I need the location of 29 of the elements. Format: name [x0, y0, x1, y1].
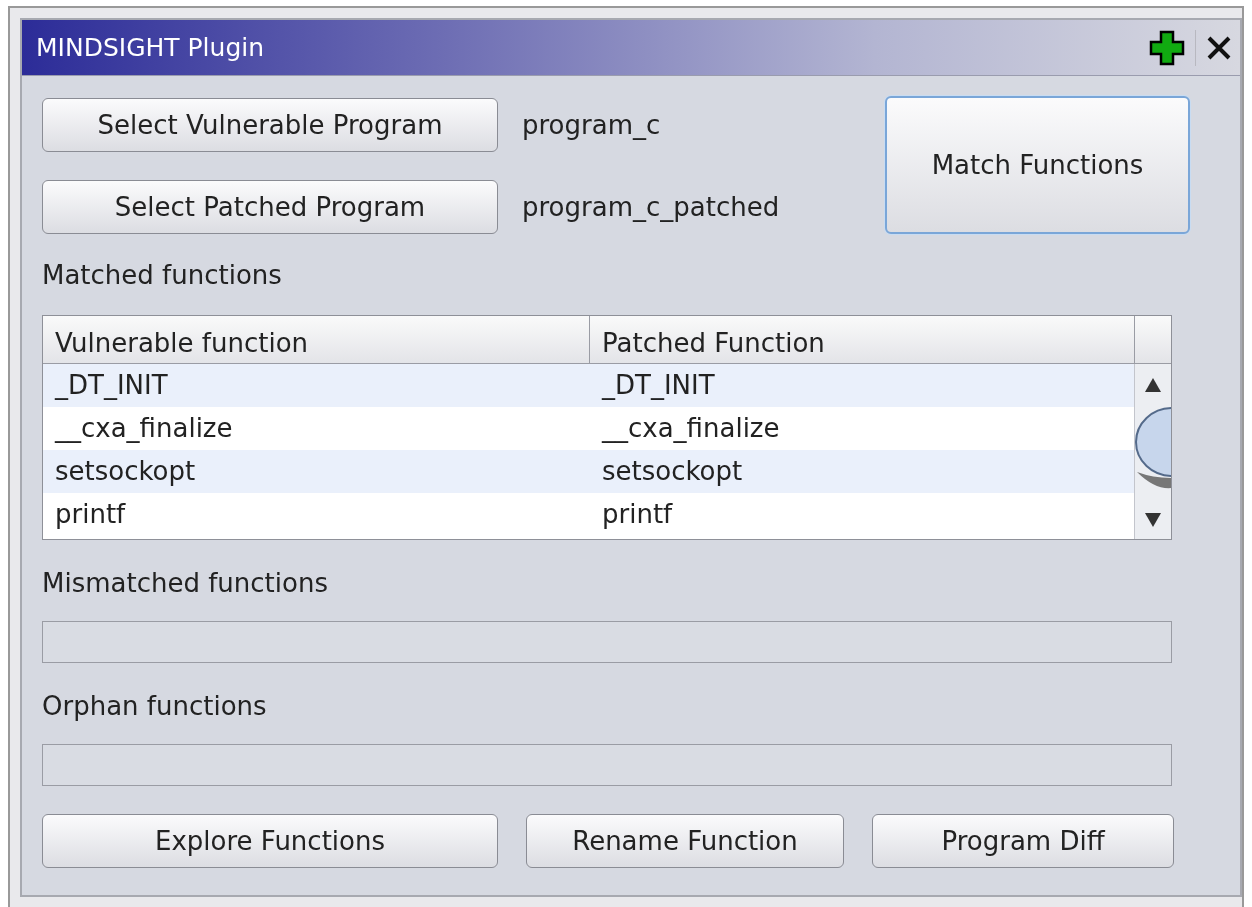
column-header[interactable]: Vulnerable function — [43, 316, 590, 363]
scroll-down-icon[interactable] — [1143, 511, 1163, 529]
table-cell-text: _DT_INIT — [600, 369, 716, 402]
scrollbar[interactable] — [1134, 364, 1171, 539]
list-field[interactable] — [42, 744, 1172, 786]
action-button[interactable]: Explore Functions — [42, 814, 498, 868]
section-label: Matched functions — [42, 259, 283, 292]
table-cell-text: __cxa_finalize — [600, 412, 781, 445]
match-functions-button[interactable]: Match Functions — [885, 96, 1190, 234]
table-cell-text: printf — [601, 498, 674, 531]
program-name: program_c_patched — [522, 190, 780, 224]
table-cell-text: printf — [54, 498, 127, 531]
scroll-up-icon[interactable] — [1143, 376, 1163, 394]
list-field[interactable] — [42, 621, 1172, 663]
column-header[interactable]: Patched Function — [590, 316, 1135, 363]
select-program-button[interactable]: Select Vulnerable Program — [42, 98, 498, 152]
add-icon[interactable] — [1149, 29, 1185, 66]
action-button[interactable]: Rename Function — [526, 814, 844, 868]
section-label: Mismatched functions — [42, 567, 329, 600]
table-cell-text: setsockopt — [601, 455, 744, 488]
close-icon[interactable] — [1206, 34, 1232, 61]
window-title: MINDSIGHT Plugin — [36, 31, 265, 64]
program-name: program_c — [522, 108, 661, 142]
action-button[interactable]: Program Diff — [872, 814, 1174, 868]
table-cell-text: setsockopt — [54, 455, 197, 488]
section-label: Orphan functions — [42, 690, 268, 723]
select-program-button[interactable]: Select Patched Program — [42, 180, 498, 234]
table-cell-text: _DT_INIT — [53, 369, 169, 402]
table-cell-text: __cxa_finalize — [53, 412, 234, 445]
